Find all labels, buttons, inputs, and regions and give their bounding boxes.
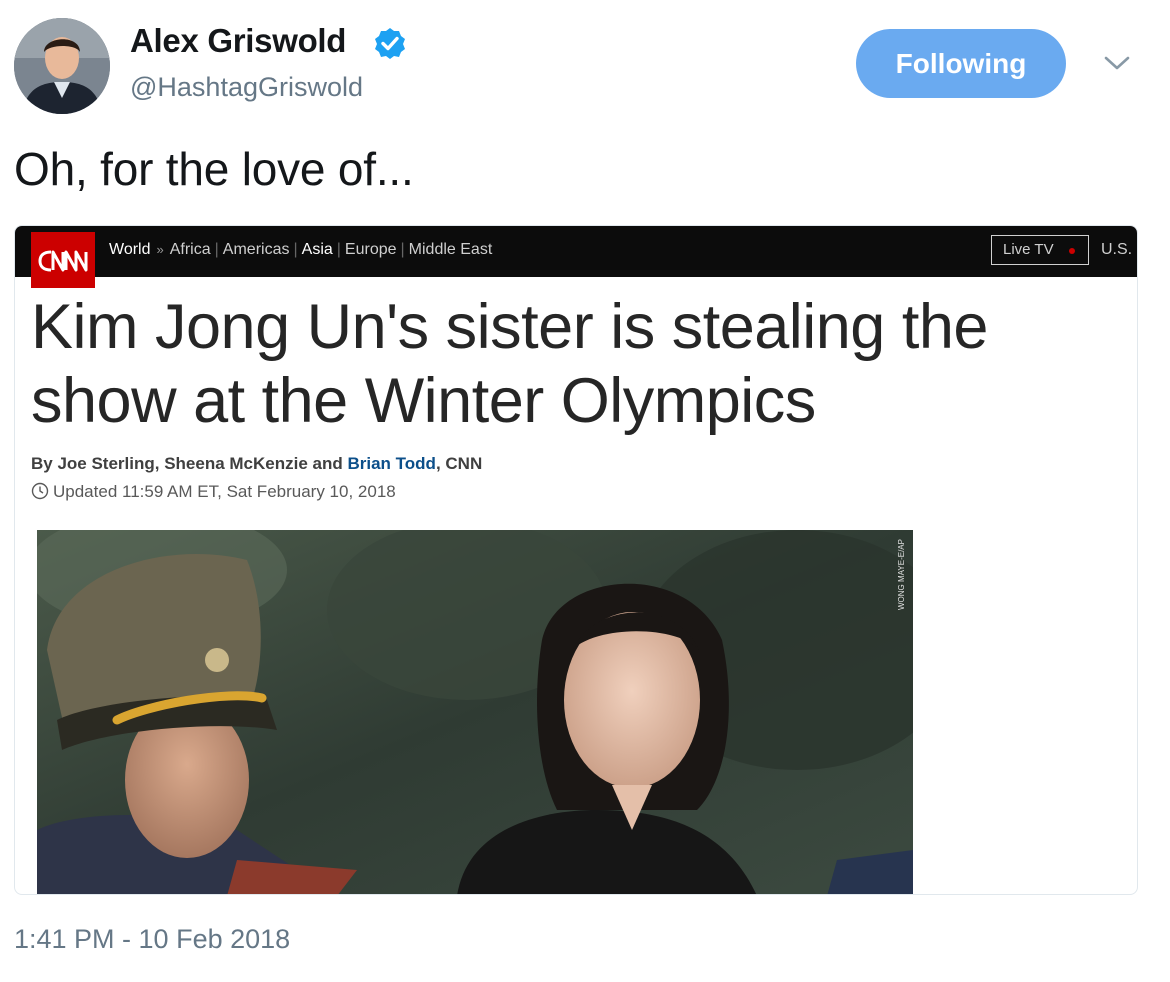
updated-text: Updated 11:59 AM ET, Sat February 10, 20… xyxy=(53,482,396,501)
article-photo[interactable] xyxy=(37,530,913,894)
nav-links: World» Africa | Americas | Asia | Europe | Middle… xyxy=(109,241,493,259)
nav-americas[interactable]: Americas xyxy=(223,241,290,259)
nav-africa[interactable]: Africa xyxy=(170,241,211,259)
following-button[interactable]: Following xyxy=(856,29,1066,98)
byline-suffix: , CNN xyxy=(435,454,483,473)
live-tv-button[interactable]: Live TV xyxy=(991,235,1089,265)
tweet-timestamp[interactable]: 1:41 PM - 10 Feb 2018 xyxy=(14,924,290,955)
edition-us[interactable]: U.S. xyxy=(1101,241,1132,259)
author-name[interactable]: Alex Griswold xyxy=(130,22,346,60)
nav-arrow: » xyxy=(156,242,164,257)
nav-asia[interactable]: Asia xyxy=(302,241,333,259)
byline-prefix: By Joe Sterling, Sheena McKenzie and xyxy=(31,454,348,473)
clock-icon xyxy=(31,482,49,500)
tweet-text: Oh, for the love of... xyxy=(14,143,414,195)
chevron-down-icon[interactable] xyxy=(1100,50,1134,76)
cnn-logo[interactable] xyxy=(31,232,95,288)
live-tv-label: Live TV xyxy=(1003,241,1054,258)
article-updated: Updated 11:59 AM ET, Sat February 10, 20… xyxy=(31,482,396,502)
cnn-navbar: World» Africa | Americas | Asia | Europe | Middle… xyxy=(15,226,1137,288)
link-card[interactable]: World» Africa | Americas | Asia | Europe | Middle… xyxy=(14,225,1138,895)
live-dot-icon xyxy=(1069,248,1075,254)
article-byline: By Joe Sterling, Sheena McKenzie and Bri… xyxy=(31,454,482,474)
tweet-header: Alex Griswold @HashtagGriswold Following xyxy=(0,0,1170,130)
author-handle[interactable]: @HashtagGriswold xyxy=(130,72,363,103)
byline-author-link[interactable]: Brian Todd xyxy=(347,454,435,473)
photo-credit: WONG MAYE-E/AP xyxy=(897,539,906,610)
verified-badge-icon xyxy=(375,28,405,59)
nav-europe[interactable]: Europe xyxy=(345,241,397,259)
nav-world[interactable]: World xyxy=(109,241,151,259)
avatar[interactable] xyxy=(14,18,110,114)
article-headline[interactable]: Kim Jong Un's sister is stealing the sho… xyxy=(31,290,1131,438)
nav-middle-east[interactable]: Middle East xyxy=(409,241,493,259)
